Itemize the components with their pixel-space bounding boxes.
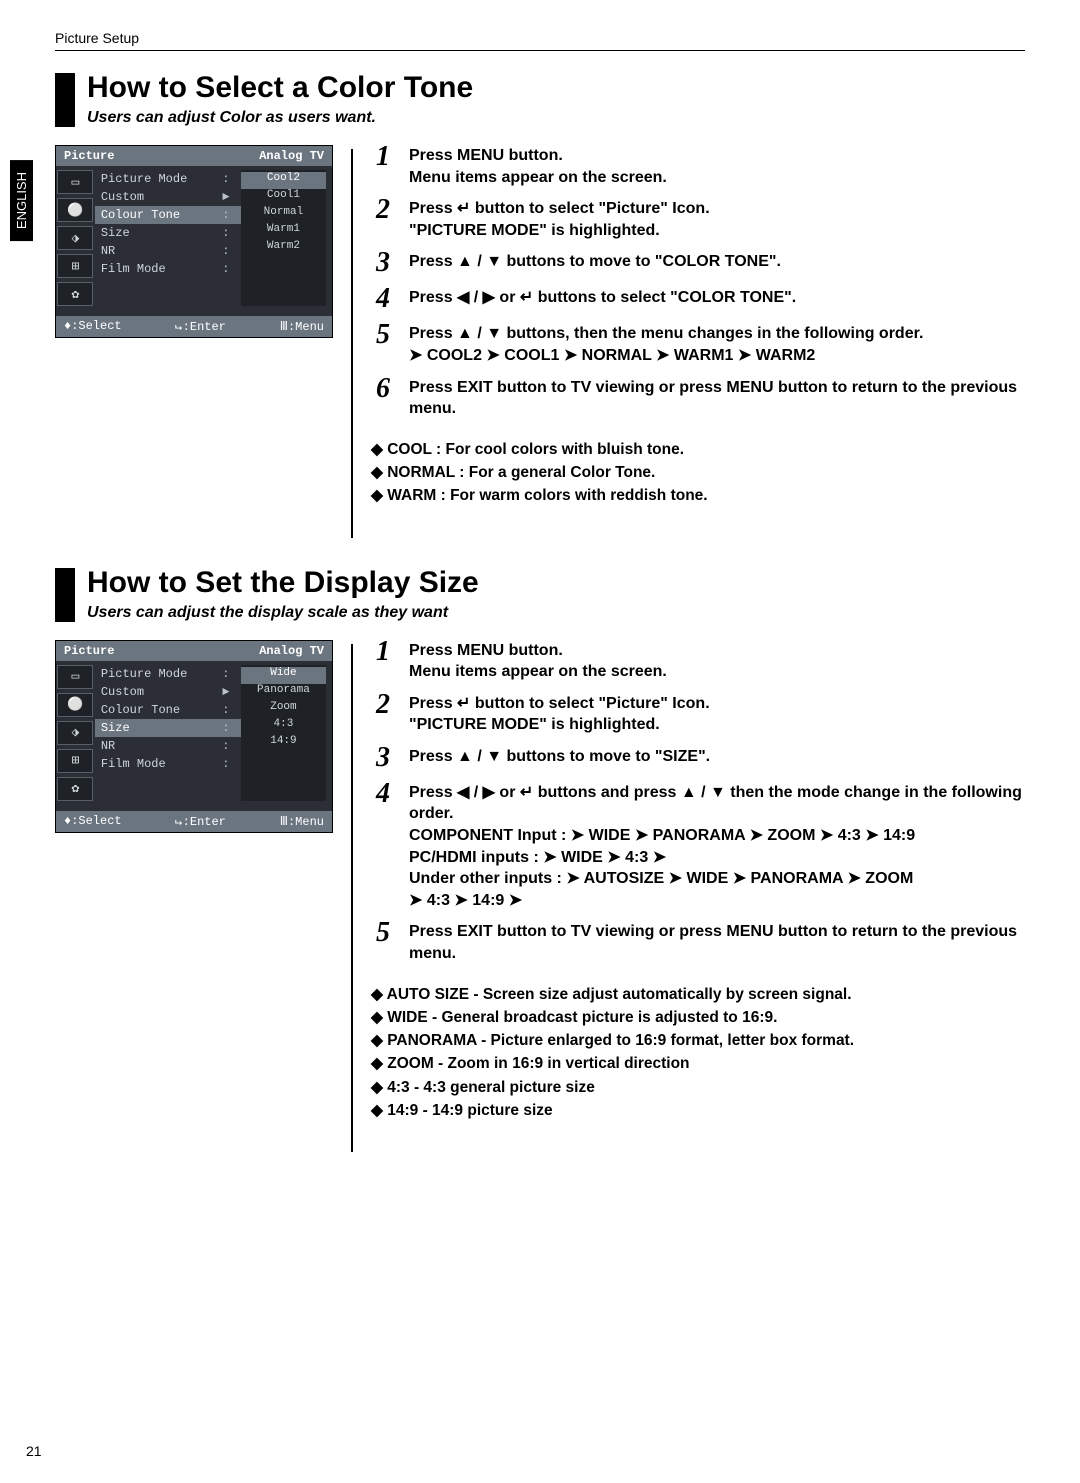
osd-row: NR: — [95, 737, 241, 755]
osd-row: Colour Tone: — [95, 206, 241, 224]
osd-option: Warm1 — [241, 223, 326, 240]
osd1-footer-menu: Ⅲ:Menu — [280, 319, 324, 334]
step-number: 3 — [371, 249, 395, 277]
step-text: Press MENU button.Menu items appear on t… — [409, 145, 1025, 188]
osd-sidebar-icon: ✿ — [57, 282, 93, 306]
section1-subtitle: Users can adjust Color as users want. — [87, 109, 1025, 127]
osd2-title-left: Picture — [64, 644, 114, 658]
osd-option: Zoom — [241, 701, 326, 718]
instruction-step: 2 Press ↵ button to select "Picture" Icon… — [371, 693, 1025, 736]
step-text: Press ↵ button to select "Picture" Icon.… — [409, 693, 1025, 736]
osd-row: NR: — [95, 242, 241, 260]
step-text: Press ▲ / ▼ buttons, then the menu chang… — [409, 323, 1025, 366]
osd-sidebar-icon: ▭ — [57, 170, 93, 194]
osd-sidebar-icon: ⚪ — [57, 693, 93, 717]
step-number: 1 — [371, 143, 395, 188]
note-line: COOL : For cool colors with bluish tone. — [371, 438, 1025, 461]
step-text: Press EXIT button to TV viewing or press… — [409, 921, 1025, 964]
instruction-step: 4 Press ◀ / ▶ or ↵ buttons to select "COL… — [371, 287, 1025, 313]
osd1-title-right: Analog TV — [259, 149, 324, 163]
note-line: WIDE - General broadcast picture is adju… — [371, 1006, 1025, 1029]
note-line: 14:9 - 14:9 picture size — [371, 1099, 1025, 1122]
section2-title: How to Set the Display Size — [87, 568, 1025, 598]
instruction-step: 1 Press MENU button.Menu items appear on … — [371, 145, 1025, 188]
osd-row: Custom► — [95, 188, 241, 206]
osd-row: Colour Tone: — [95, 701, 241, 719]
osd-option: Cool2 — [241, 172, 326, 189]
osd1-footer-enter: ↵:Enter — [175, 319, 225, 334]
step-text: Press ◀ / ▶ or ↵ buttons to select "COLO… — [409, 287, 1025, 313]
step-number: 4 — [371, 285, 395, 313]
osd-row: Custom► — [95, 683, 241, 701]
step-number: 2 — [371, 196, 395, 241]
osd-row: Picture Mode: — [95, 170, 241, 188]
osd-sidebar-icon: ⊞ — [57, 254, 93, 278]
osd-sidebar-icon: ▭ — [57, 665, 93, 689]
osd-sidebar-icon: ✿ — [57, 777, 93, 801]
osd-row: Size: — [95, 224, 241, 242]
step-number: 4 — [371, 780, 395, 912]
note-line: 4:3 - 4:3 general picture size — [371, 1076, 1025, 1099]
step-text: Press EXIT button to TV viewing or press… — [409, 377, 1025, 420]
osd-sidebar-icon: ⬗ — [57, 721, 93, 745]
osd2-footer-menu: Ⅲ:Menu — [280, 814, 324, 829]
osd-option: 14:9 — [241, 735, 326, 752]
osd-screenshot-2: Picture Analog TV ▭ ⚪ ⬗ ⊞ ✿ Picture Mode:Cus… — [55, 640, 333, 1123]
running-header: Picture Setup — [55, 30, 1025, 51]
step-text: Press ↵ button to select "Picture" Icon.… — [409, 198, 1025, 241]
osd-screenshot-1: Picture Analog TV ▭ ⚪ ⬗ ⊞ ✿ Picture Mode:Cus… — [55, 145, 333, 508]
section1-title: How to Select a Color Tone — [87, 73, 1025, 103]
note-line: PANORAMA - Picture enlarged to 16:9 form… — [371, 1029, 1025, 1052]
instruction-step: 1 Press MENU button.Menu items appear on … — [371, 640, 1025, 683]
language-tab: ENGLISH — [10, 160, 33, 241]
vertical-divider — [351, 149, 353, 538]
step-number: 3 — [371, 744, 395, 772]
step-number: 6 — [371, 375, 395, 420]
vertical-divider — [351, 644, 353, 1153]
note-line: AUTO SIZE - Screen size adjust automatic… — [371, 983, 1025, 1006]
section2-subtitle: Users can adjust the display scale as th… — [87, 604, 1025, 622]
instruction-step: 3 Press ▲ / ▼ buttons to move to "COLOR T… — [371, 251, 1025, 277]
osd-option: Cool1 — [241, 189, 326, 206]
osd-option: Panorama — [241, 684, 326, 701]
note-line: NORMAL : For a general Color Tone. — [371, 461, 1025, 484]
step-text: Press ◀ / ▶ or ↵ buttons and press ▲ / ▼… — [409, 782, 1025, 912]
step-number: 5 — [371, 321, 395, 366]
osd-sidebar-icon: ⬗ — [57, 226, 93, 250]
osd-row: Film Mode: — [95, 755, 241, 773]
osd-row: Size: — [95, 719, 241, 737]
instruction-step: 6 Press EXIT button to TV viewing or pres… — [371, 377, 1025, 420]
note-line: ZOOM - Zoom in 16:9 in vertical directio… — [371, 1052, 1025, 1075]
page-number: 21 — [26, 1443, 42, 1459]
osd-sidebar-icon: ⊞ — [57, 749, 93, 773]
osd-row: Film Mode: — [95, 260, 241, 278]
osd1-title-left: Picture — [64, 149, 114, 163]
instruction-step: 2 Press ↵ button to select "Picture" Icon… — [371, 198, 1025, 241]
osd2-footer-enter: ↵:Enter — [175, 814, 225, 829]
step-number: 1 — [371, 638, 395, 683]
osd-option: Warm2 — [241, 240, 326, 257]
osd-option: Wide — [241, 667, 326, 684]
osd-sidebar-icon: ⚪ — [57, 198, 93, 222]
osd1-footer-select: ♦:Select — [64, 319, 122, 334]
instruction-step: 5 Press ▲ / ▼ buttons, then the menu chan… — [371, 323, 1025, 366]
osd-row: Picture Mode: — [95, 665, 241, 683]
note-line: WARM : For warm colors with reddish tone… — [371, 484, 1025, 507]
osd2-title-right: Analog TV — [259, 644, 324, 658]
step-text: Press ▲ / ▼ buttons to move to "COLOR TO… — [409, 251, 1025, 277]
step-number: 2 — [371, 691, 395, 736]
step-text: Press ▲ / ▼ buttons to move to "SIZE". — [409, 746, 1025, 772]
osd-option: 4:3 — [241, 718, 326, 735]
instruction-step: 5 Press EXIT button to TV viewing or pres… — [371, 921, 1025, 964]
step-number: 5 — [371, 919, 395, 964]
instruction-step: 4Press ◀ / ▶ or ↵ buttons and press ▲ / … — [371, 782, 1025, 912]
osd-option: Normal — [241, 206, 326, 223]
osd2-footer-select: ♦:Select — [64, 814, 122, 829]
step-text: Press MENU button.Menu items appear on t… — [409, 640, 1025, 683]
instruction-step: 3 Press ▲ / ▼ buttons to move to "SIZE". — [371, 746, 1025, 772]
